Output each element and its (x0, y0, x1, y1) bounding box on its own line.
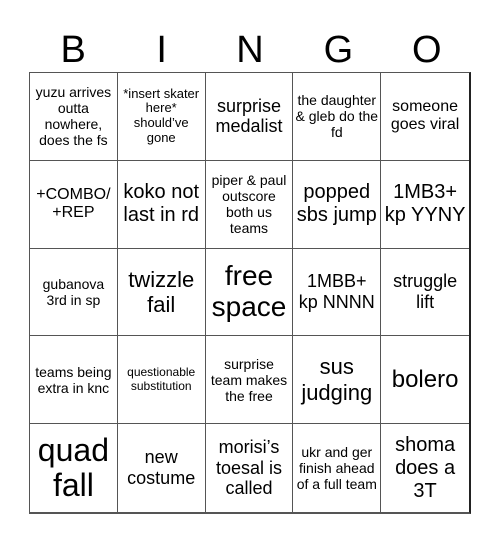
bingo-cell[interactable]: sus judging (293, 336, 382, 425)
bingo-cell[interactable]: koko not last in rd (117, 160, 206, 249)
bingo-header: B I N G O (29, 28, 471, 72)
free-space-cell[interactable]: free space (205, 248, 294, 337)
bingo-cell[interactable]: yuzu arrives outta nowhere, does the fs (30, 73, 118, 161)
bingo-board: yuzu arrives outta nowhere, does the fs … (29, 72, 471, 514)
bingo-cell[interactable]: quad fall (30, 424, 118, 512)
header-letter-n: N (236, 29, 264, 71)
bingo-cell[interactable]: someone goes viral (381, 73, 469, 161)
bingo-cell[interactable]: surprise team makes the free (205, 336, 294, 425)
bingo-cell[interactable]: +COMBO/ +REP (30, 160, 118, 249)
header-letter-o: O (412, 29, 442, 71)
bingo-cell[interactable]: ukr and ger finish ahead of a full team (293, 424, 382, 512)
bingo-cell[interactable]: popped sbs jump (293, 160, 382, 249)
bingo-cell[interactable]: surprise medalist (205, 73, 294, 161)
bingo-cell[interactable]: piper & paul outscore both us teams (205, 160, 294, 249)
bingo-cell[interactable]: morisi’s toesal is called (206, 424, 294, 512)
bingo-cell[interactable]: new costume (118, 424, 206, 512)
header-letter-i: I (156, 29, 167, 71)
bingo-cell[interactable]: teams being extra in knc (30, 336, 118, 425)
header-letter-g: G (323, 29, 354, 71)
bingo-cell[interactable]: twizzle fail (117, 248, 206, 337)
bingo-cell[interactable]: struggle lift (381, 249, 469, 337)
bingo-cell[interactable]: bolero (381, 336, 469, 425)
bingo-cell[interactable]: shoma does a 3T (381, 424, 469, 512)
bingo-cell[interactable]: 1MBB+ kp NNNN (293, 248, 382, 337)
header-letter-b: B (60, 29, 86, 71)
bingo-cell[interactable]: 1MB3+ kp YYNY (381, 161, 469, 249)
bingo-cell[interactable]: the daughter & gleb do the fd (293, 73, 382, 161)
bingo-cell[interactable]: questionable substitution (117, 336, 206, 425)
bingo-cell[interactable]: gubanova 3rd in sp (30, 248, 118, 337)
bingo-cell[interactable]: *insert skater here* should’ve gone (117, 73, 206, 161)
